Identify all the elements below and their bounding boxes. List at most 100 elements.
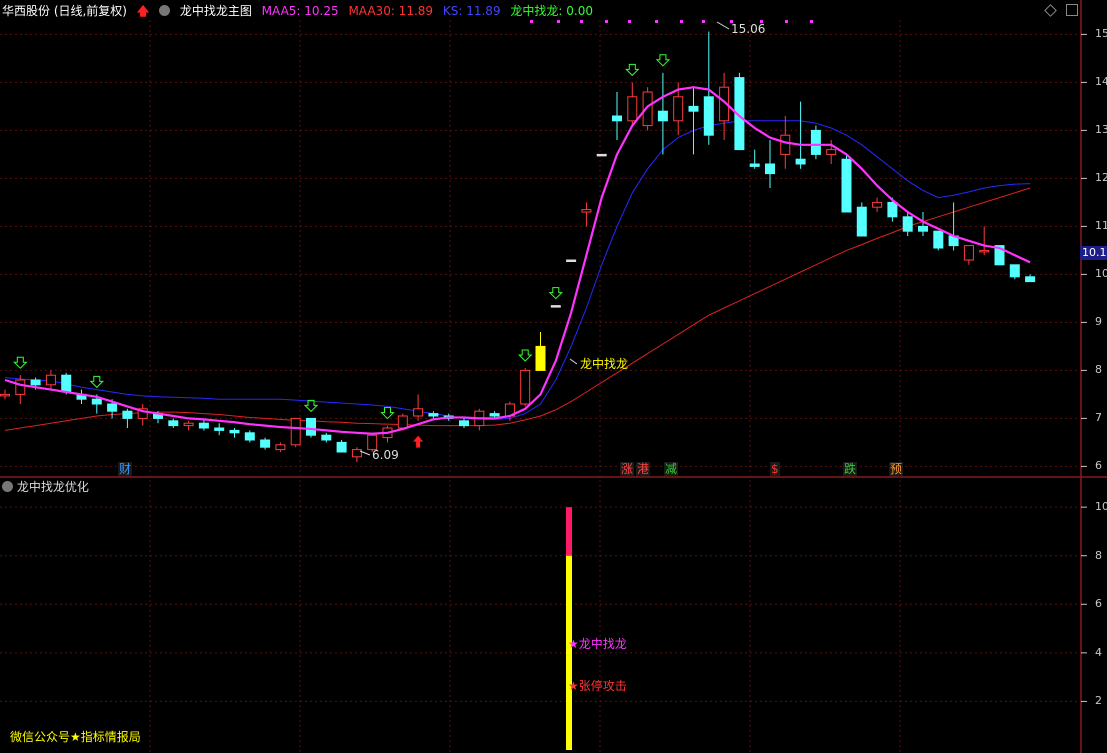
event-marker[interactable]: 涨 [620, 462, 635, 476]
candle-body [1025, 276, 1036, 283]
signal-bar-top [566, 507, 572, 556]
candle-body [810, 129, 821, 155]
candle-body [489, 413, 500, 417]
event-marker[interactable]: 财 [118, 462, 133, 476]
stock-title: 华西股份 (日线,前复权) [2, 4, 127, 18]
candle-body [535, 345, 546, 371]
candle-body [795, 158, 806, 165]
red-up-arrow-icon[interactable]: 🡅 [137, 4, 149, 18]
candle-body [612, 115, 622, 122]
candle-body [260, 439, 271, 448]
chart-canvas[interactable] [0, 0, 1107, 753]
sub-tick: 6 [1095, 597, 1102, 611]
price-tick: 6 [1095, 459, 1102, 473]
sub-tick: 2 [1095, 694, 1102, 708]
candle-body [841, 158, 852, 213]
watermark: 微信公众号★指标情报局 [10, 730, 141, 744]
candle-body [30, 379, 41, 386]
candle-body [979, 249, 990, 253]
candle-body [826, 149, 837, 155]
grid [0, 0, 1107, 753]
signal-value: 龙中找龙: 0.00 [510, 4, 593, 18]
candle-body [933, 230, 944, 249]
candle-body [306, 417, 316, 436]
top-dot [702, 20, 705, 23]
top-dot [628, 20, 631, 23]
top-dot [530, 20, 533, 23]
candle-body [290, 417, 301, 446]
top-dot [655, 20, 658, 23]
signal-bar-bottom [566, 555, 572, 750]
sub-label-dragon: ★龙中找龙 [568, 637, 627, 651]
sub-tick: 10 [1095, 500, 1107, 514]
candle-body [229, 429, 240, 434]
event-marker[interactable]: 预 [889, 462, 904, 476]
event-marker[interactable]: $ [770, 462, 780, 476]
candle-body [45, 374, 56, 386]
candle-body [198, 422, 209, 429]
top-dot [580, 20, 583, 23]
candle-body [336, 441, 347, 453]
candle-body [887, 201, 898, 218]
candle-body [703, 96, 714, 136]
sub-label-limit: ★张停攻击 [568, 679, 627, 693]
candle-body [61, 374, 72, 393]
candle-body [688, 105, 699, 112]
candle-body [657, 110, 668, 122]
top-dot [810, 20, 813, 23]
low-price-label: 6.09 [372, 448, 399, 462]
candle-body [749, 163, 760, 167]
candle-body [550, 305, 561, 308]
candle-body [413, 408, 424, 417]
sub-panel-header[interactable]: 龙中找龙优化 [2, 479, 89, 495]
price-tick: 7 [1095, 411, 1102, 425]
candle-body [1009, 264, 1020, 278]
candle-body [0, 393, 10, 397]
price-tick: 11 [1095, 219, 1107, 233]
ks-value: KS: 11.89 [442, 4, 501, 18]
current-price-tag: 10.14 [1080, 246, 1107, 260]
top-dot [557, 20, 560, 23]
event-marker[interactable]: 跌 [843, 462, 858, 476]
candle-body [596, 153, 607, 157]
price-tick: 15 [1095, 27, 1107, 41]
event-marker[interactable]: 港 [636, 462, 651, 476]
candle-body [107, 403, 118, 412]
ma5-value: MAA5: 10.25 [261, 4, 339, 18]
candle-body [122, 410, 133, 419]
event-marker[interactable]: 减 [664, 462, 679, 476]
candle-body [918, 225, 928, 232]
candle-body [520, 369, 531, 405]
indicator-name[interactable]: 龙中找龙主图 [180, 4, 252, 18]
candle-body [397, 415, 408, 429]
candle-body [856, 206, 867, 237]
top-dot [605, 20, 608, 23]
candle-body [963, 245, 974, 261]
sub-tick: 8 [1095, 548, 1102, 562]
price-tick: 12 [1095, 171, 1107, 185]
candle-body [673, 96, 684, 122]
top-dot [785, 20, 788, 23]
candle-body [902, 216, 913, 232]
candle-body [168, 420, 179, 427]
price-tick: 13 [1095, 123, 1107, 137]
dropdown-icon[interactable] [159, 5, 170, 16]
candle-body [321, 434, 332, 441]
background [0, 0, 1107, 753]
price-tick: 9 [1095, 315, 1102, 329]
candle-body [428, 413, 439, 417]
candle-body [872, 201, 883, 208]
candle-body [351, 449, 362, 458]
candle-body [275, 444, 286, 451]
signal-text-label: 龙中找龙 [580, 357, 629, 371]
candle-body [765, 163, 775, 175]
sub-panel-title[interactable]: 龙中找龙优化 [17, 480, 89, 494]
price-tick: 8 [1095, 363, 1102, 377]
candle-body [780, 134, 791, 155]
high-price-label: 15.06 [731, 22, 766, 36]
candle-body [581, 209, 592, 213]
sub-dropdown-icon[interactable] [2, 481, 13, 492]
main-header: 华西股份 (日线,前复权) 🡅 龙中找龙主图 MAA5: 10.25 MAA30… [2, 2, 599, 20]
panel-toggle-icon[interactable] [1066, 4, 1078, 16]
candle-body [183, 422, 194, 427]
